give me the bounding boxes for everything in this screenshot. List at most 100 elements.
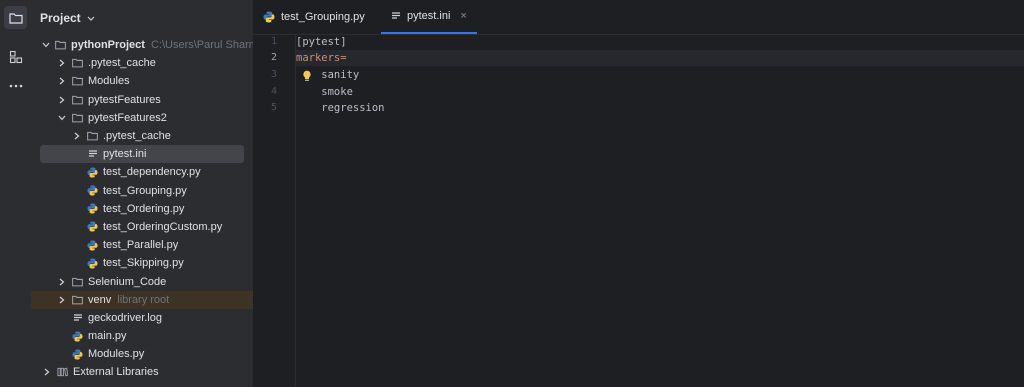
python-file-icon [263,11,275,23]
tree-item[interactable]: .pytest_cache [31,54,253,72]
folder-icon [8,12,23,24]
structure-tool-button[interactable] [4,45,27,68]
tree-item-label: External Libraries [73,366,159,379]
text-file-icon [72,312,83,323]
tree-item-label: .pytest_cache [103,130,171,143]
chevron-right-icon[interactable] [72,131,82,141]
project-panel: Project pythonProject C:\Users\Parul Shar… [31,0,253,387]
tree-item[interactable]: main.py [31,327,253,345]
editor-area: test_Grouping.py pytest.ini × 1 2 3 4 5 … [253,0,1024,387]
tree-item-label: test_Ordering.py [103,202,185,215]
chevron-down-icon[interactable] [57,113,67,123]
tree-item-hint: C:\Users\Parul Sharma [150,39,253,52]
code-line[interactable]: regression [296,100,384,116]
editor-tabs: test_Grouping.py pytest.ini × [253,0,1024,35]
tree-item-label: pytestFeatures2 [88,111,167,124]
python-file-icon [72,349,83,360]
project-panel-header[interactable]: Project [40,9,95,27]
tree-item[interactable]: test_Parallel.py [31,236,253,254]
folder-icon [55,40,66,51]
tab-test-grouping[interactable]: test_Grouping.py [263,0,365,34]
tree-item-label: test_Grouping.py [103,184,187,197]
tree-item-label: venv [88,293,112,306]
ide-window: Project pythonProject C:\Users\Parul Shar… [0,0,1024,387]
python-file-icon [87,167,98,178]
tree-item[interactable]: pytestFeatures2 [31,109,253,127]
chevron-right-icon[interactable] [57,295,67,305]
tree-item-label: .pytest_cache [88,57,156,70]
chevron-right-icon[interactable] [42,367,52,377]
tree-item-label: test_Skipping.py [103,257,184,270]
folder-icon [72,58,83,69]
tree-item[interactable]: pytestFeatures [31,91,253,109]
folder-icon [72,94,83,105]
more-tools-button[interactable] [4,74,27,97]
python-file-icon [87,185,98,196]
line-number: 4 [270,86,277,97]
line-number: 1 [270,36,277,47]
line-number: 5 [270,102,277,113]
structure-icon [9,50,22,63]
chevron-right-icon[interactable] [57,95,67,105]
project-tree: pythonProject C:\Users\Parul Sharma .pytes… [31,36,253,382]
python-file-icon [87,258,98,269]
tree-item-label: test_dependency.py [103,166,201,179]
tree-item[interactable]: External Libraries [31,363,253,381]
folder-icon [72,112,83,123]
tree-item[interactable]: .pytest_cache [31,127,253,145]
library-icon [57,367,68,378]
close-tab-icon[interactable]: × [460,10,466,22]
code-line[interactable]: [pytest] [296,34,347,50]
chevron-right-icon[interactable] [57,277,67,287]
lightbulb-icon[interactable] [302,70,312,82]
tree-item-label: geckodriver.log [88,311,162,324]
tree-item[interactable]: Modules.py [31,345,253,363]
tree-item[interactable]: test_Grouping.py [31,182,253,200]
chevron-right-icon[interactable] [57,76,67,86]
tree-item-label: Modules.py [88,348,145,361]
tree-item[interactable]: test_Ordering.py [31,200,253,218]
tree-item[interactable]: geckodriver.log [31,309,253,327]
code-line[interactable]: markers= [296,50,347,66]
tab-label: test_Grouping.py [281,11,365,23]
tree-item[interactable]: test_Skipping.py [31,254,253,272]
tree-item-label: test_Parallel.py [103,239,179,252]
tree-item[interactable]: test_OrderingCustom.py [31,218,253,236]
folder-icon [72,276,83,287]
tab-pytest-ini[interactable]: pytest.ini × [381,0,477,34]
tree-item-label: main.py [88,330,127,343]
line-number: 2 [270,52,277,63]
tree-item[interactable]: test_dependency.py [31,163,253,181]
tree-item[interactable]: Selenium_Code [31,272,253,290]
folder-icon [72,294,83,305]
folder-icon [72,76,83,87]
tree-item-label: pytestFeatures [88,93,161,106]
more-icon [9,84,22,87]
project-tool-button[interactable] [4,6,27,29]
tree-item-label: Modules [88,75,130,88]
tree-item[interactable]: pythonProject C:\Users\Parul Sharma [31,36,253,54]
tree-item-label: pytest.ini [103,148,147,161]
chevron-right-icon[interactable] [57,58,67,68]
current-line-highlight [296,50,1024,66]
activity-bar [0,0,32,387]
python-file-icon [87,240,98,251]
tree-item[interactable]: venv library root [31,290,253,309]
tree-item[interactable]: Modules [31,72,253,90]
code-line[interactable]: smoke [296,84,353,100]
python-file-icon [87,221,98,233]
folder-icon [87,131,98,142]
text-file-icon [391,11,401,21]
project-panel-title: Project [40,11,81,25]
tree-item[interactable]: pytest.ini [40,145,244,164]
python-file-icon [87,203,98,214]
line-number: 3 [270,69,277,80]
python-file-icon [72,331,83,342]
tab-label: pytest.ini [407,10,451,22]
tree-item-hint: library root [117,293,170,306]
chevron-down-icon[interactable] [42,40,50,50]
line-number-gutter: 1 2 3 4 5 [253,34,296,387]
tree-item-label: test_OrderingCustom.py [103,220,223,233]
tree-item-label: pythonProject [71,39,145,52]
tree-item-label: Selenium_Code [88,275,167,288]
